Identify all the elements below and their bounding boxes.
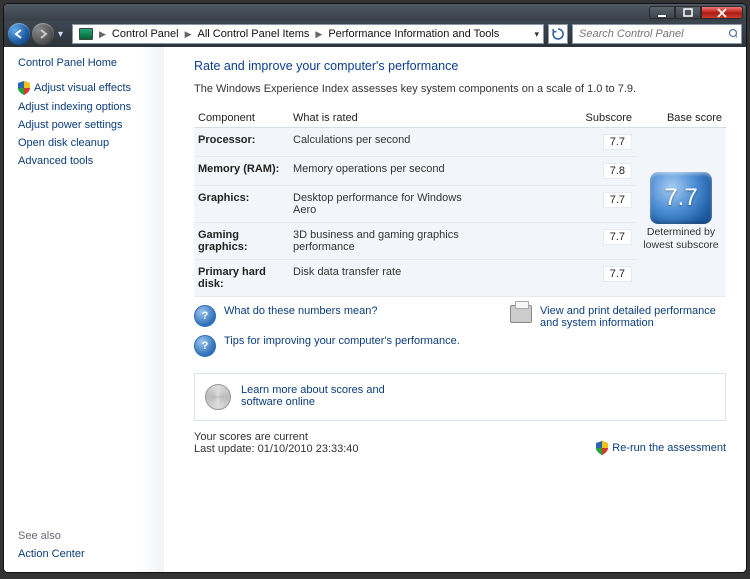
col-component: Component [194,109,289,128]
close-button[interactable] [701,6,743,19]
cell-subscore: 7.7 [489,260,636,297]
rerun-assessment-link[interactable]: Re-run the assessment [596,441,726,455]
back-button[interactable] [8,23,30,45]
scores-table: Component What is rated Subscore Base sc… [194,109,726,297]
col-rated: What is rated [289,109,489,128]
cell-subscore: 7.7 [489,223,636,260]
refresh-button[interactable] [548,24,568,44]
see-also-section: See also Action Center [18,530,85,562]
cell-rated: 3D business and gaming graphics performa… [289,223,489,260]
sidebar-disk-cleanup[interactable]: Open disk cleanup [18,135,164,151]
cell-rated: Memory operations per second [289,157,489,186]
control-panel-home-link[interactable]: Control Panel Home [18,57,164,69]
cell-rated: Calculations per second [289,128,489,157]
page-description: The Windows Experience Index assesses ke… [194,83,726,95]
nav-arrows [8,23,54,45]
main-content: Rate and improve your computer's perform… [164,47,746,572]
sidebar-item-label: Adjust indexing options [18,101,131,113]
minimize-button[interactable] [649,6,675,19]
address-dropdown-icon[interactable]: ▾ [532,29,541,40]
chevron-right-icon: ▶ [183,29,194,40]
cell-rated: Desktop performance for Windows Aero [289,186,489,223]
sidebar-adjust-power[interactable]: Adjust power settings [18,117,164,133]
cell-subscore: 7.7 [489,128,636,157]
shield-icon [18,81,30,95]
help-icon: ? [194,335,216,357]
sidebar-adjust-visual-effects[interactable]: Adjust visual effects [18,79,164,97]
breadcrumb-current[interactable]: Performance Information and Tools [324,28,503,40]
window-controls [649,6,743,19]
cell-component: Gaming graphics: [194,223,289,260]
chevron-right-icon: ▶ [97,29,108,40]
table-row: Processor: Calculations per second 7.7 7… [194,128,726,157]
help-icon: ? [194,305,216,327]
chevron-right-icon: ▶ [313,29,324,40]
cell-rated: Disk data transfer rate [289,260,489,297]
sidebar-item-label: Adjust power settings [18,119,123,131]
sidebar: Control Panel Home Adjust visual effects… [4,47,164,572]
search-icon [728,28,737,40]
sidebar-adjust-indexing[interactable]: Adjust indexing options [18,99,164,115]
cell-subscore: 7.7 [489,186,636,223]
forward-button[interactable] [32,23,54,45]
cell-component: Processor: [194,128,289,157]
sidebar-item-label: Adjust visual effects [34,82,131,94]
sidebar-item-label: Open disk cleanup [18,137,109,149]
last-update-label: Last update: 01/10/2010 23:33:40 [194,443,359,455]
search-input[interactable] [577,27,724,41]
address-breadcrumb[interactable]: ▶ Control Panel ▶ All Control Panel Item… [72,24,544,44]
window-titlebar [4,4,746,21]
breadcrumb-all-items[interactable]: All Control Panel Items [194,28,314,40]
cell-component: Primary hard disk: [194,260,289,297]
search-box[interactable] [572,24,742,44]
see-also-label: See also [18,530,85,542]
link-view-print-details[interactable]: View and print detailed performance and … [540,305,720,329]
sidebar-item-label: Advanced tools [18,155,93,167]
page-title: Rate and improve your computer's perform… [194,59,726,73]
link-learn-more-software[interactable]: Learn more about scores and software onl… [241,384,421,408]
history-dropdown-icon[interactable]: ▾ [58,29,68,40]
scores-current-label: Your scores are current [194,431,359,443]
col-basescore: Base score [636,109,726,128]
sidebar-advanced-tools[interactable]: Advanced tools [18,153,164,169]
base-score-caption: Determined by lowest subscore [640,226,722,251]
cell-subscore: 7.8 [489,157,636,186]
navigation-bar: ▾ ▶ Control Panel ▶ All Control Panel It… [4,21,746,47]
link-tips-improve[interactable]: Tips for improving your computer's perfo… [224,335,460,347]
breadcrumb-root[interactable] [75,28,97,40]
base-score-cell: 7.7 Determined by lowest subscore [636,128,726,297]
col-subscore: Subscore [489,109,636,128]
learn-more-box: Learn more about scores and software onl… [194,373,726,421]
breadcrumb-control-panel[interactable]: Control Panel [108,28,183,40]
link-what-numbers-mean[interactable]: What do these numbers mean? [224,305,377,317]
software-icon [205,384,231,410]
maximize-button[interactable] [675,6,701,19]
control-panel-window: ▾ ▶ Control Panel ▶ All Control Panel It… [3,3,747,573]
base-score-badge: 7.7 [650,172,712,224]
action-center-link[interactable]: Action Center [18,546,85,562]
printer-icon [510,305,532,323]
cell-component: Memory (RAM): [194,157,289,186]
monitor-icon [79,28,93,40]
help-links-row: ? What do these numbers mean? ? Tips for… [194,305,726,365]
status-row: Your scores are current Last update: 01/… [194,431,726,455]
shield-icon [596,441,608,455]
rerun-label: Re-run the assessment [612,442,726,454]
cell-component: Graphics: [194,186,289,223]
